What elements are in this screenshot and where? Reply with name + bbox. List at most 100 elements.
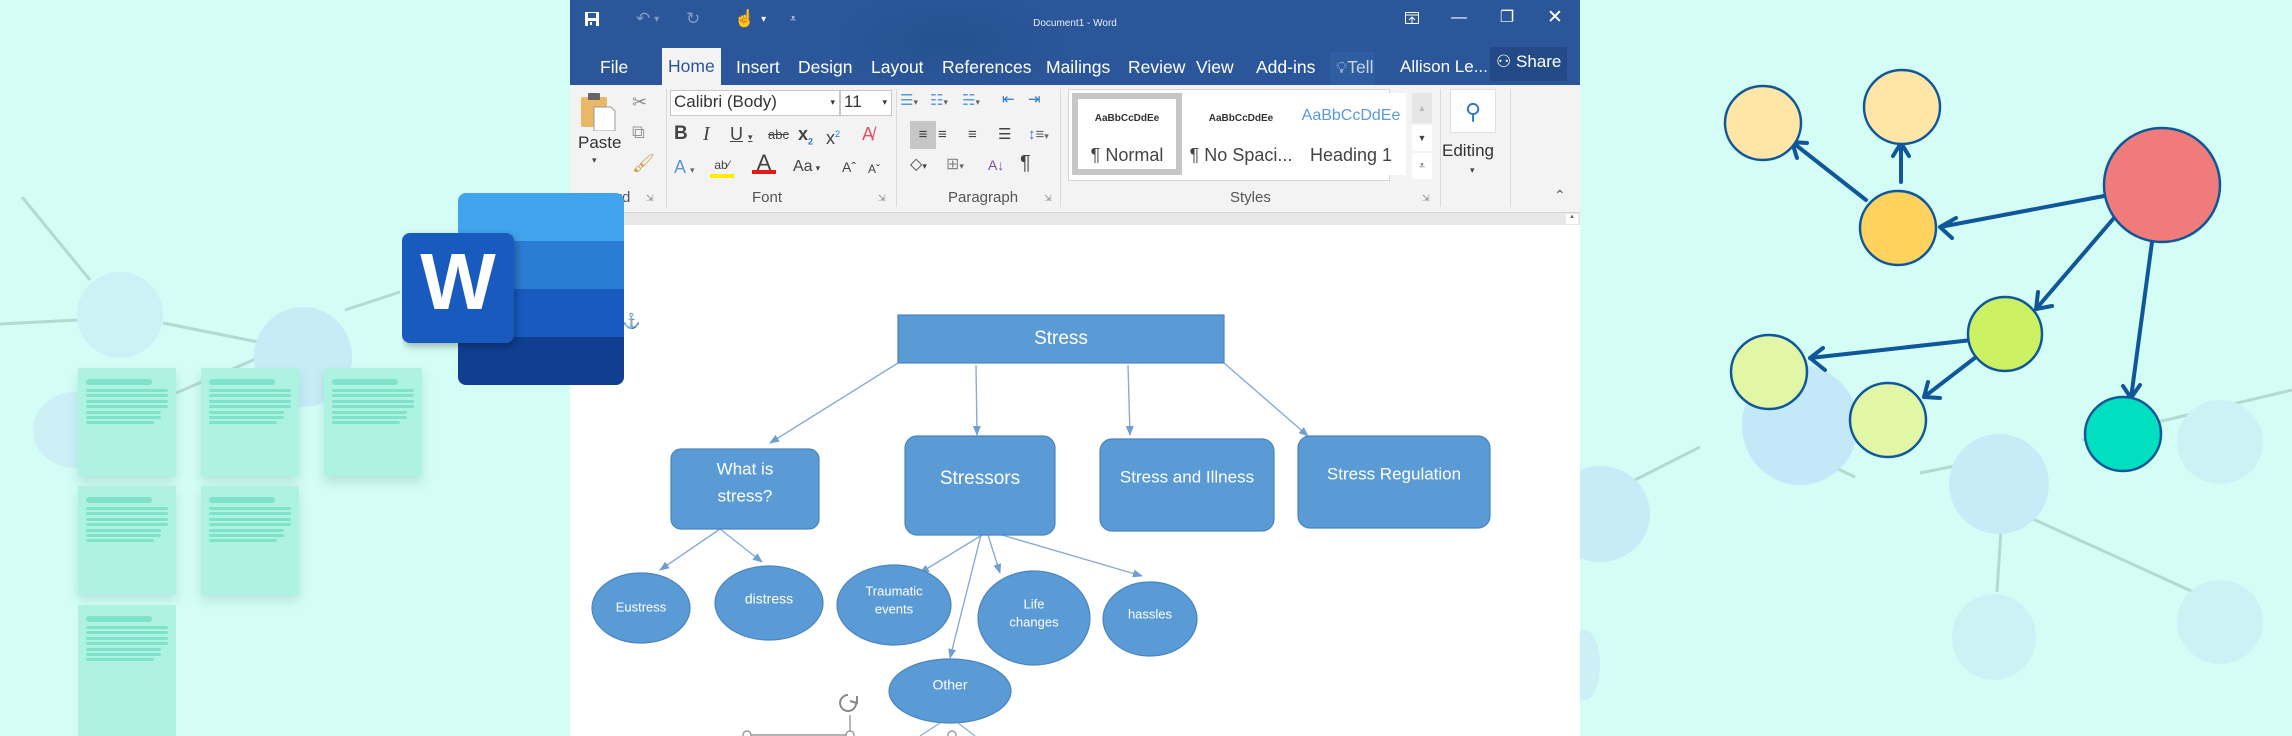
connector [994, 532, 1143, 578]
graph-node-pale-lime-2 [1848, 381, 1928, 459]
styles-scroll-down[interactable]: ▼ [1412, 125, 1432, 151]
numbering-icon[interactable]: ☷▾ [930, 91, 948, 112]
bullets-icon[interactable]: ☰▾ [900, 91, 918, 112]
connector [769, 362, 899, 444]
italic-icon[interactable]: I [703, 124, 710, 144]
label-life-changes-1: Life [1024, 596, 1045, 611]
underline-icon[interactable]: U ▾ [730, 124, 753, 147]
cut-icon[interactable]: ✂ [632, 92, 647, 112]
subscript-icon[interactable]: x2 [798, 124, 813, 152]
word-logo: W [402, 193, 624, 385]
font-color-icon[interactable]: A [752, 152, 776, 174]
tab-view[interactable]: View [1190, 52, 1240, 85]
document-canvas[interactable]: Stress What is stress? Stressors Stress … [570, 225, 1580, 736]
restore-button[interactable]: ❐ [1490, 6, 1524, 30]
share-person-icon: ⚇ [1496, 52, 1512, 71]
style-heading-1[interactable]: AaBbCcDdEe Heading 1 [1296, 93, 1406, 175]
increase-indent-icon[interactable]: ⇥ [1028, 90, 1041, 110]
style-preview: AaBbCcDdEe [1301, 107, 1401, 124]
label-stressors: Stressors [940, 468, 1020, 489]
label-what-is-stress-1: What is [717, 459, 774, 478]
lightbulb-icon: 💡︎ [1336, 60, 1348, 77]
style-name: Heading 1 [1309, 145, 1393, 165]
tab-design[interactable]: Design [792, 52, 858, 85]
align-right-icon[interactable]: ≡ [968, 125, 977, 145]
paragraph-launcher-icon[interactable]: ⇲ [1044, 193, 1052, 204]
label-stress-regulation: Stress Regulation [1327, 464, 1461, 483]
graph-node-lime [1966, 295, 2044, 373]
ribbon-home: Paste ▾ ✂ ⧉ 🖌︎ rd ⇲ Calibri (Body) ▾ 11 ▾ … [570, 85, 1580, 213]
clipboard-launcher-icon[interactable]: ⇲ [646, 193, 654, 204]
styles-scroll-up[interactable]: ▲ [1412, 93, 1432, 123]
sticky-note [78, 368, 176, 476]
tell-me-search[interactable]: 💡︎Tell [1330, 52, 1376, 85]
font-name-select[interactable]: Calibri (Body) ▾ [670, 90, 840, 116]
font-size-select[interactable]: 11 ▾ [840, 90, 892, 116]
collapse-ribbon-icon[interactable]: ⌃ [1554, 185, 1566, 205]
borders-icon[interactable]: ⊞▾ [946, 155, 964, 176]
editing-label: Editing [1442, 141, 1494, 160]
show-formatting-marks-icon[interactable]: ¶ [1020, 153, 1031, 173]
justify-icon[interactable]: ☰ [998, 125, 1011, 145]
line-spacing-icon[interactable]: ↕≡▾ [1028, 125, 1049, 146]
grow-font-icon[interactable]: Aˆ [842, 157, 856, 177]
tab-file[interactable]: File [594, 52, 634, 85]
graph-edge [1922, 355, 1978, 400]
label-other: Other [932, 677, 967, 693]
graph-node-pale-lime-1 [1729, 333, 1809, 411]
graph-node-teal [2083, 395, 2163, 473]
align-center-icon[interactable]: ≡ [938, 125, 947, 145]
connector [987, 534, 1002, 574]
font-launcher-icon[interactable]: ⇲ [878, 193, 886, 204]
graph-node-root-red [2102, 126, 2222, 244]
shading-icon[interactable]: ◇▾ [910, 155, 927, 176]
decrease-indent-icon[interactable]: ⇤ [1002, 90, 1015, 110]
change-case-icon[interactable]: Aa ▾ [793, 157, 820, 178]
tab-add-ins[interactable]: Add-ins [1250, 52, 1321, 85]
ruler-strip: ▲ [570, 213, 1580, 225]
styles-group-label: Styles [1230, 189, 1271, 206]
strikethrough-icon[interactable]: abc [768, 125, 789, 145]
tab-insert[interactable]: Insert [730, 52, 786, 85]
tab-mailings[interactable]: Mailings [1040, 52, 1116, 85]
text-effects-icon[interactable]: A ▾ [674, 157, 695, 180]
style-preview: AaBbCcDdEe [1094, 113, 1160, 124]
tab-layout[interactable]: Layout [865, 52, 930, 85]
copy-icon[interactable]: ⧉ [632, 122, 645, 142]
format-painter-icon[interactable]: 🖌︎ [632, 153, 655, 173]
label-traumatic-events-2: events [875, 601, 914, 616]
editing-button[interactable]: ⚲ Editing ▾ [1442, 89, 1504, 189]
styles-more-button[interactable]: ⩡ [1412, 153, 1432, 179]
style-no-spacing[interactable]: AaBbCcDdEe ¶ No Spaci... [1186, 93, 1296, 175]
styles-launcher-icon[interactable]: ⇲ [1422, 193, 1430, 204]
connector [659, 528, 721, 571]
highlight-color-icon[interactable]: ab⁄ [710, 155, 734, 178]
graph-edge [1938, 194, 2106, 240]
tab-review[interactable]: Review [1122, 52, 1191, 85]
graph-edges [1790, 140, 2154, 400]
minimize-button[interactable]: — [1442, 6, 1476, 30]
close-button[interactable]: ✕ [1538, 6, 1572, 30]
align-left-icon[interactable]: ≡ [910, 121, 936, 149]
sort-icon[interactable]: A↓ [988, 155, 1004, 175]
scroll-up-button[interactable]: ▲ [1566, 214, 1578, 224]
style-normal[interactable]: AaBbCcDdEe ¶ Normal [1072, 93, 1182, 175]
paragraph-group-label: Paragraph [948, 189, 1019, 206]
clear-formatting-icon[interactable]: A̸ [862, 124, 874, 144]
tab-home[interactable]: Home [662, 48, 721, 85]
user-account[interactable]: Allison Le... [1394, 52, 1494, 85]
shrink-font-icon[interactable]: Aˇ [868, 159, 880, 179]
ribbon-display-options-icon[interactable] [1395, 6, 1429, 30]
tab-references[interactable]: References [936, 52, 1038, 85]
bold-icon[interactable]: B [674, 124, 688, 144]
graph-edge [1808, 338, 1974, 372]
label-eustress: Eustress [616, 599, 667, 614]
share-button[interactable]: ⚇ Share [1490, 47, 1568, 81]
diagram-shapes [591, 314, 1491, 724]
superscript-icon[interactable]: x2 [826, 124, 840, 148]
paste-button[interactable]: Paste ▾ [578, 91, 621, 181]
label-traumatic-events-1: Traumatic [865, 583, 923, 598]
label-what-is-stress-2: stress? [718, 486, 773, 505]
multilevel-list-icon[interactable]: ☵▾ [962, 91, 980, 112]
connector [948, 534, 982, 659]
